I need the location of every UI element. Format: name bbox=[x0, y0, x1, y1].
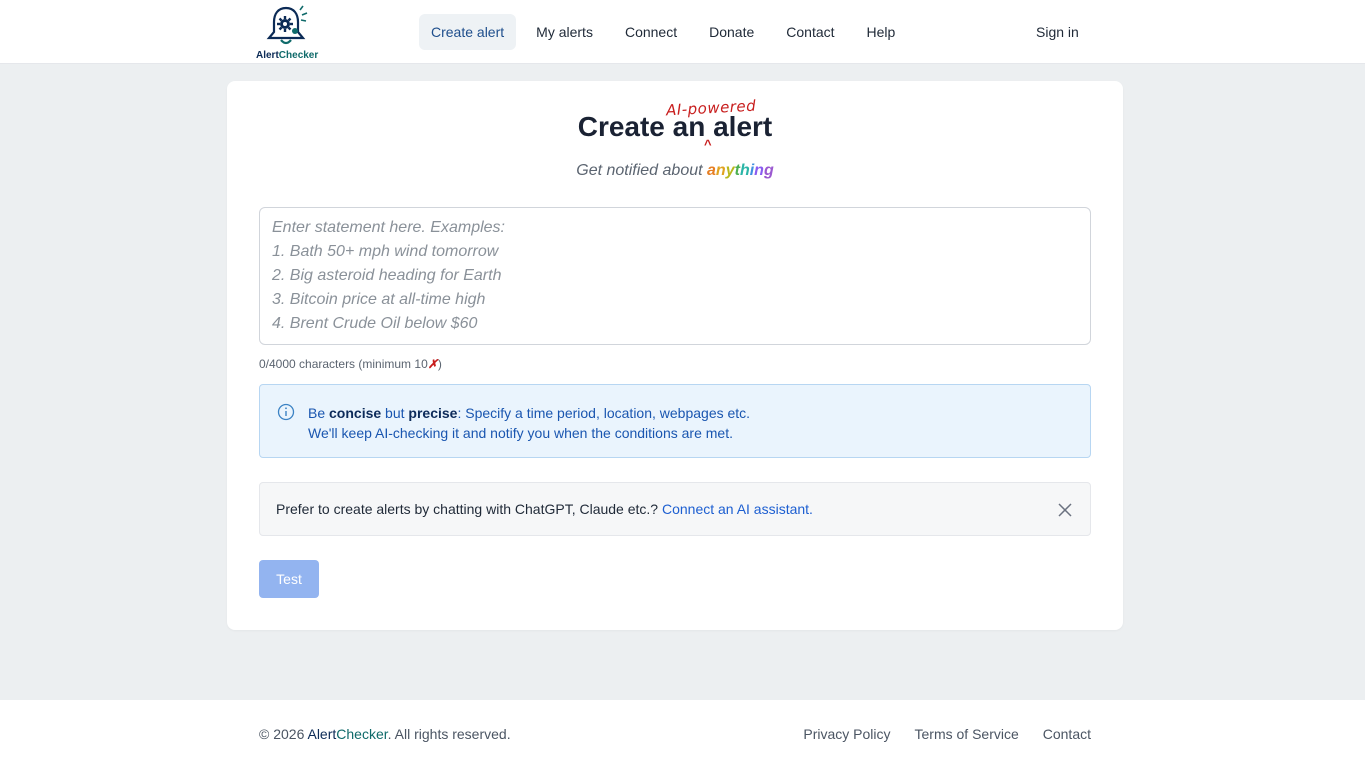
highlight-letter: g bbox=[763, 162, 774, 179]
nav-connect[interactable]: Connect bbox=[613, 14, 689, 50]
main-nav: Create alert My alerts Connect Donate Co… bbox=[419, 14, 907, 50]
footer-contact-link[interactable]: Contact bbox=[1043, 726, 1091, 742]
logo-wordmark: AlertChecker bbox=[256, 50, 319, 61]
logo[interactable]: AlertChecker bbox=[256, 4, 320, 61]
highlight-letter: n bbox=[754, 162, 764, 179]
test-button[interactable]: Test bbox=[259, 560, 319, 598]
page-title: Create an alert bbox=[577, 111, 773, 142]
create-alert-card: AI-powered ^ Create an alert Get notifie… bbox=[227, 81, 1123, 630]
privacy-policy-link[interactable]: Privacy Policy bbox=[803, 726, 890, 742]
ai-assistant-banner: Prefer to create alerts by chatting with… bbox=[259, 482, 1091, 536]
character-counter: 0/4000 characters (minimum 10✗) bbox=[259, 357, 442, 371]
footer-links: Privacy Policy Terms of Service Contact bbox=[803, 726, 1091, 742]
subtitle-highlight: anything bbox=[707, 162, 774, 179]
invalid-mark: ✗ bbox=[427, 357, 438, 371]
page-subtitle: Get notified about anything bbox=[227, 162, 1123, 180]
info-alert: Be concise but precise: Specify a time p… bbox=[259, 384, 1091, 458]
nav-contact[interactable]: Contact bbox=[774, 14, 846, 50]
top-header: AlertChecker Create alert My alerts Conn… bbox=[0, 0, 1365, 64]
highlight-letter: h bbox=[739, 162, 750, 179]
highlight-letter: y bbox=[725, 162, 735, 179]
terms-of-service-link[interactable]: Terms of Service bbox=[915, 726, 1019, 742]
close-icon[interactable] bbox=[1056, 501, 1074, 519]
banner-text: Prefer to create alerts by chatting with… bbox=[276, 501, 813, 517]
subtitle-prefix: Get notified about bbox=[576, 162, 703, 179]
connect-ai-assistant-link[interactable]: Connect an AI assistant. bbox=[662, 501, 813, 517]
copyright: © 2026 AlertChecker. All rights reserved… bbox=[259, 726, 511, 742]
nav-donate[interactable]: Donate bbox=[697, 14, 766, 50]
statement-input[interactable] bbox=[259, 207, 1091, 345]
highlight-letter: a bbox=[707, 162, 716, 179]
info-text: Be concise but precise: Specify a time p… bbox=[308, 405, 751, 441]
highlight-letter: n bbox=[715, 162, 726, 179]
info-icon bbox=[277, 403, 295, 421]
nav-create-alert[interactable]: Create alert bbox=[419, 14, 517, 50]
footer: © 2026 AlertChecker. All rights reserved… bbox=[0, 700, 1365, 768]
nav-my-alerts[interactable]: My alerts bbox=[524, 14, 605, 50]
nav-help[interactable]: Help bbox=[855, 14, 908, 50]
sign-in-button[interactable]: Sign in bbox=[1024, 14, 1091, 50]
bell-gear-icon bbox=[266, 5, 308, 45]
